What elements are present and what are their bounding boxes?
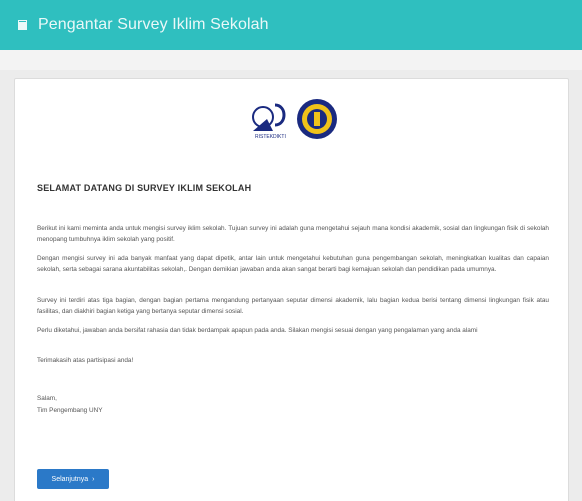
page: Pengantar Survey Iklim Sekolah RISTEKDIK… [0,0,582,501]
header-title: Pengantar Survey Iklim Sekolah [38,16,269,33]
subheader-bar [0,50,582,70]
welcome-heading: SELAMAT DATANG DI SURVEY IKLIM SEKOLAH [37,183,252,193]
book-icon [16,18,30,32]
signature: Tim Pengembang UNY [37,407,103,414]
ristekdikti-logo: RISTEKDIKTI [247,97,291,146]
next-button-label: Selanjutnya [51,475,89,483]
svg-text:RISTEKDIKTI: RISTEKDIKTI [255,134,286,140]
chevron-right-icon: › [92,475,95,483]
top-header: Pengantar Survey Iklim Sekolah [0,0,582,50]
logo-row: RISTEKDIKTI [247,97,339,146]
intro-paragraph-4: Perlu diketahui, jawaban anda bersifat r… [37,327,478,334]
intro-paragraph-1: Berikut ini kami meminta anda untuk meng… [37,225,549,243]
next-button[interactable]: Selanjutnya › [37,469,109,489]
thanks-paragraph: Terimakasih atas partisipasi anda! [37,357,134,364]
uny-logo [295,97,339,146]
closing-greeting: Salam, [37,395,57,402]
intro-card: RISTEKDIKTI SELAMAT DATANG DI SURVEY IKL… [14,78,569,501]
intro-paragraph-2: Dengan mengisi survey ini ada banyak man… [37,255,549,273]
intro-paragraph-3: Survey ini terdiri atas tiga bagian, den… [37,297,549,315]
